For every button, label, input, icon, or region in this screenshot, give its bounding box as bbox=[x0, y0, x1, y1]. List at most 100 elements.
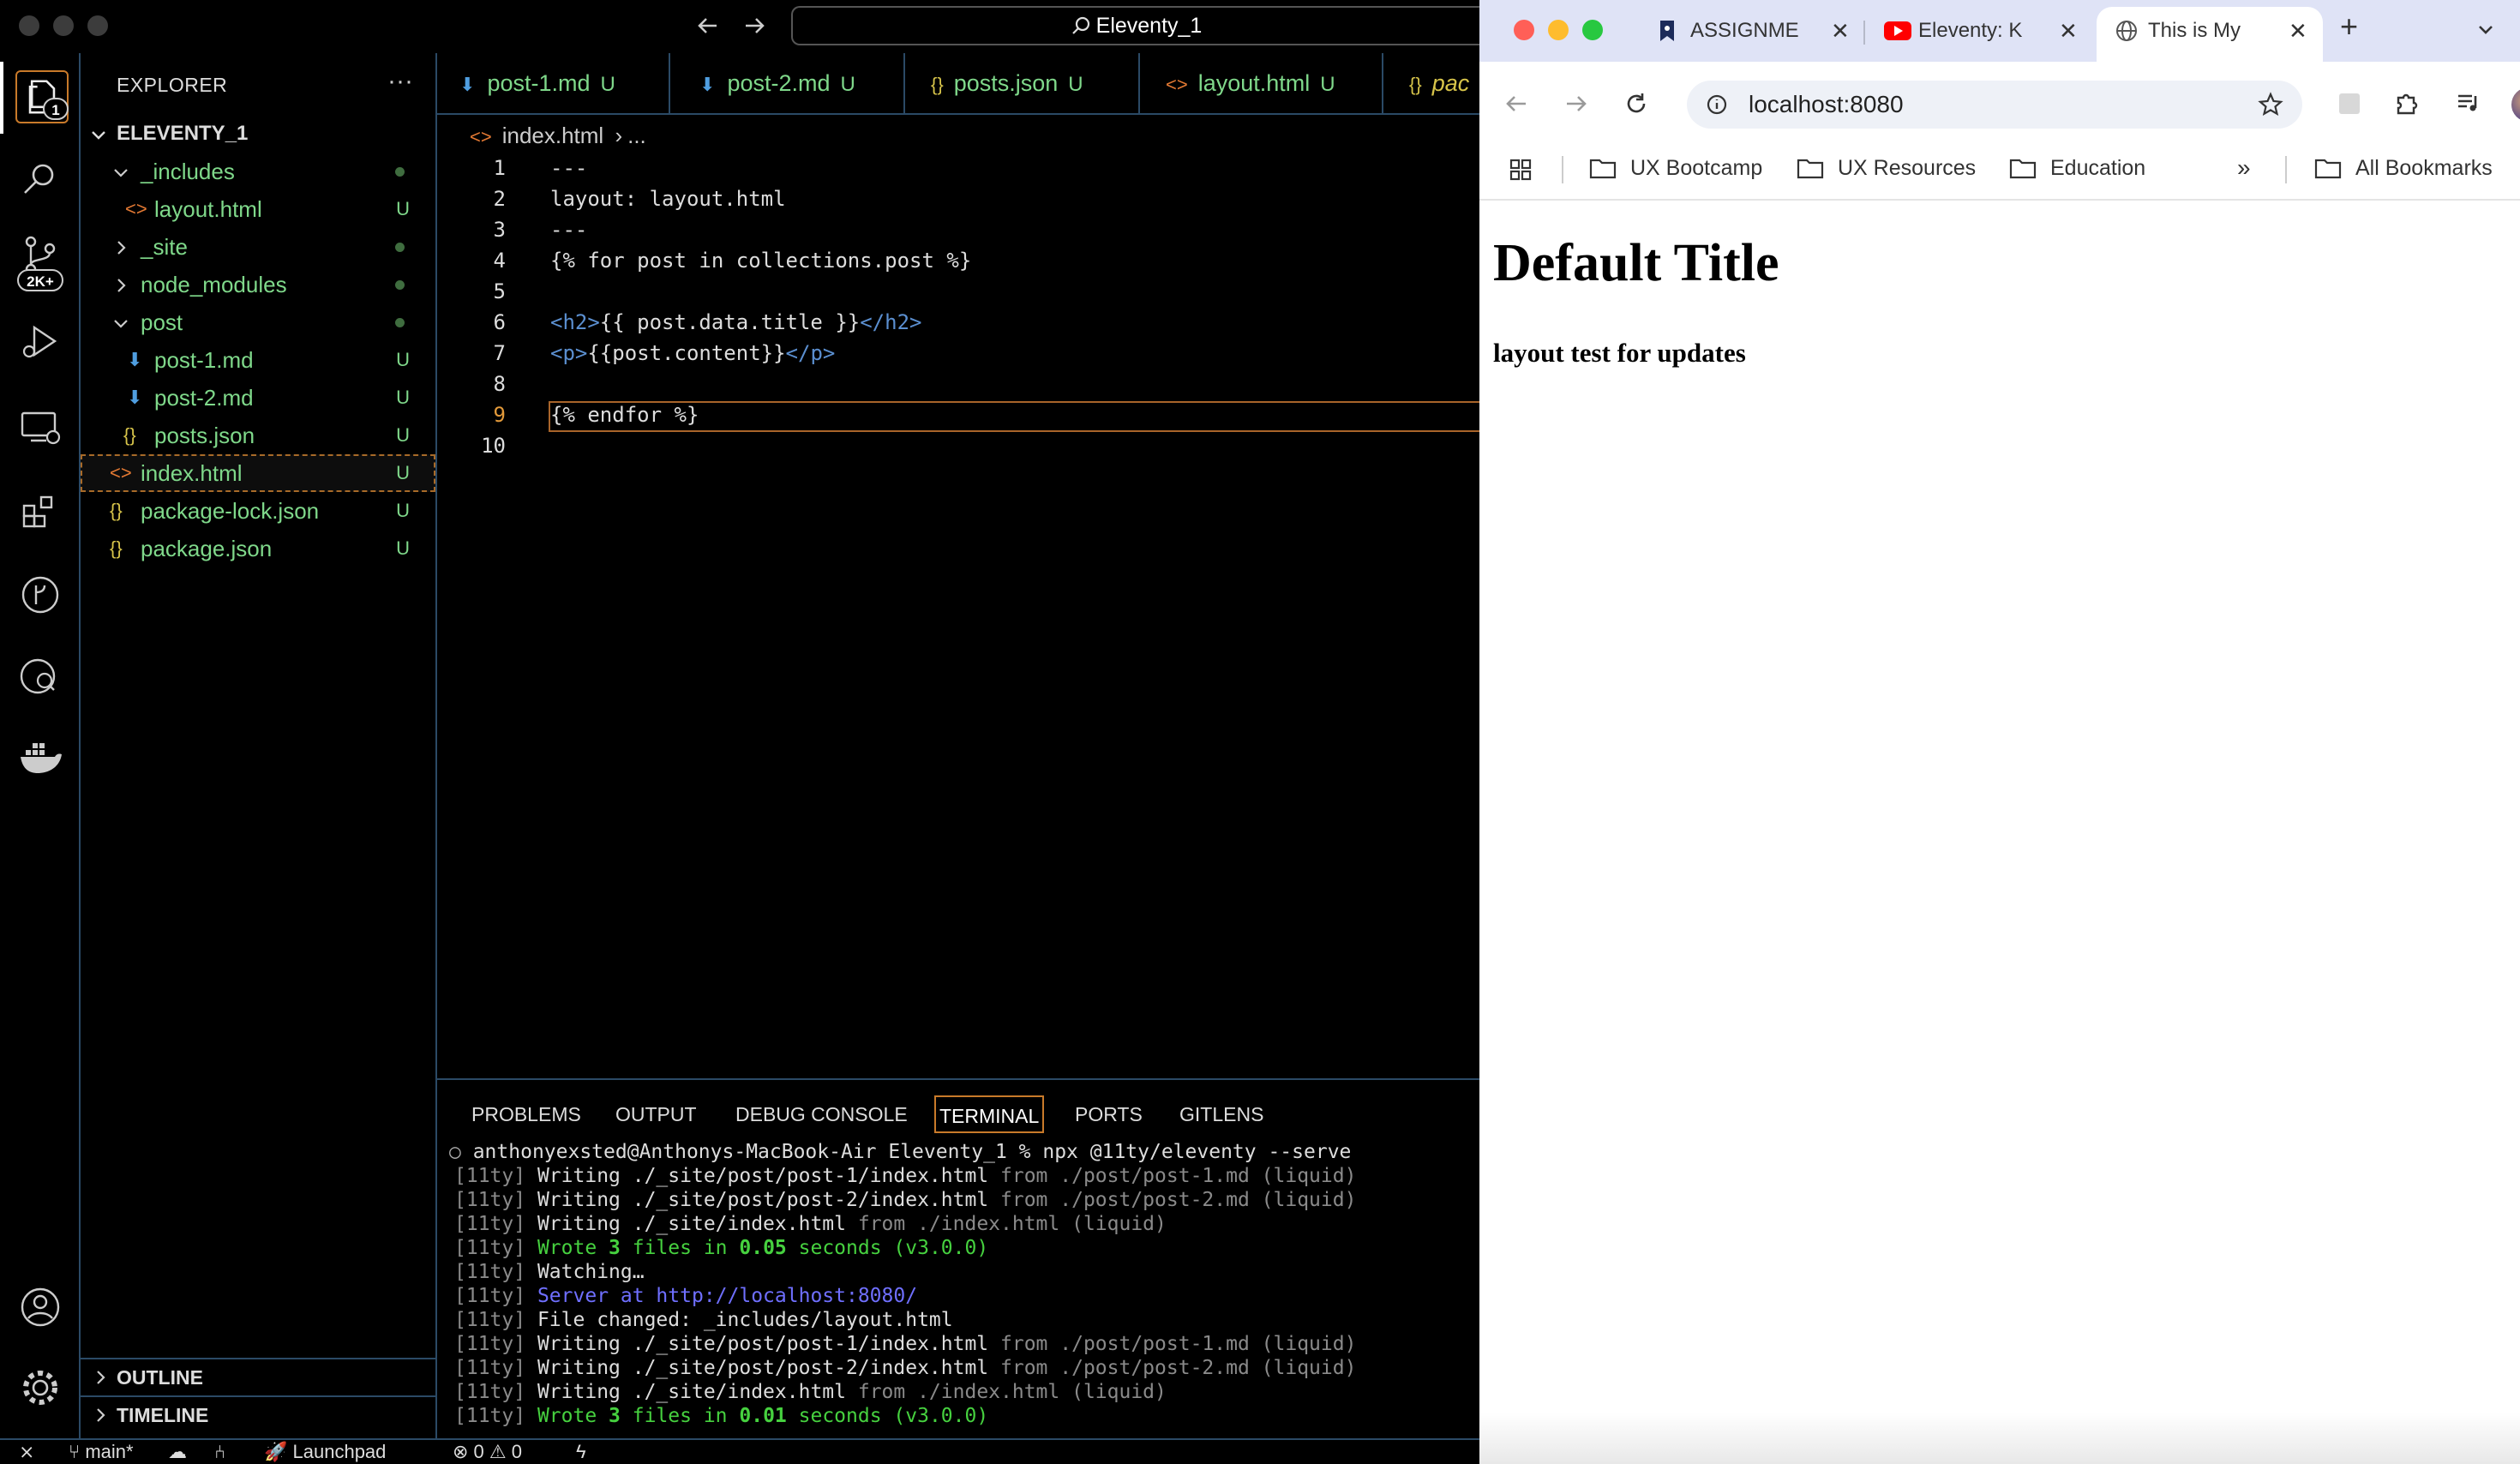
accounts-activity[interactable] bbox=[17, 1284, 63, 1330]
panel-tab-debug-console[interactable]: DEBUG CONSOLE bbox=[735, 1095, 908, 1133]
tree-file-posts-json[interactable]: {} posts.json U bbox=[81, 417, 435, 454]
docker-icon bbox=[21, 743, 62, 773]
tab-search-icon[interactable] bbox=[2475, 19, 2496, 39]
remote-icon[interactable]: ⨯ bbox=[19, 1440, 34, 1464]
markdown-file-icon: ⬇ bbox=[459, 74, 476, 95]
panel-tab-terminal[interactable]: TERMINAL bbox=[934, 1095, 1045, 1133]
branch-status[interactable]: ⑂ main* bbox=[69, 1440, 134, 1464]
tab-post-2-md[interactable]: ⬇ post-2.md U bbox=[670, 53, 905, 113]
site-info-icon[interactable] bbox=[1706, 93, 1728, 116]
profile-avatar[interactable] bbox=[2511, 87, 2520, 122]
log-text: Writing ./_site/post/post-2/index.html bbox=[537, 1357, 989, 1379]
chevron-right-icon bbox=[97, 1408, 105, 1422]
line-number: 5 bbox=[493, 279, 506, 303]
browser-tab-eleventy-youtube[interactable]: Eleventy: K ✕ bbox=[1867, 7, 2098, 62]
bookmark-star-icon[interactable] bbox=[2258, 92, 2283, 117]
problems-status[interactable]: ⊗ 0 ⚠ 0 bbox=[453, 1440, 522, 1464]
window-close-button[interactable] bbox=[19, 15, 39, 36]
back-arrow-icon[interactable] bbox=[1503, 91, 1529, 117]
timeline-section[interactable]: TIMELINE bbox=[81, 1395, 435, 1433]
line-text: --- bbox=[550, 156, 588, 180]
window-minimize-button[interactable] bbox=[53, 15, 74, 36]
log-text: Writing ./_site/post/post-2/index.html bbox=[537, 1189, 989, 1211]
window-close-button[interactable] bbox=[1514, 20, 1534, 40]
bookmark-folder-education[interactable]: Education bbox=[2009, 147, 2145, 189]
activity-bar: 1 2K+ bbox=[0, 53, 81, 1438]
bookmark-folder-ux-bootcamp[interactable]: UX Bootcamp bbox=[1589, 147, 1762, 189]
tree-folder-site[interactable]: _site bbox=[81, 228, 435, 266]
forward-arrow-icon[interactable] bbox=[1563, 91, 1589, 117]
window-zoom-button[interactable] bbox=[87, 15, 108, 36]
source-control-activity[interactable]: 2K+ bbox=[17, 233, 63, 291]
docker-activity[interactable] bbox=[17, 735, 63, 781]
gitlens-inspect-activity[interactable] bbox=[17, 653, 63, 699]
tab-posts-json[interactable]: {} posts.json U bbox=[905, 53, 1140, 113]
error-icon: ⊗ bbox=[453, 1441, 474, 1462]
tree-file-package-json[interactable]: {} package.json U bbox=[81, 530, 435, 567]
tree-file-post-2[interactable]: ⬇ post-2.md U bbox=[81, 379, 435, 417]
panel-tab-gitlens[interactable]: GITLENS bbox=[1179, 1095, 1263, 1133]
address-bar[interactable]: localhost:8080 bbox=[1687, 81, 2302, 129]
log-tag: [11ty] bbox=[454, 1333, 526, 1355]
breadcrumb-symbol[interactable]: ... bbox=[627, 123, 646, 148]
all-bookmarks[interactable]: All Bookmarks bbox=[2314, 147, 2493, 189]
tree-folder-node-modules[interactable]: node_modules bbox=[81, 266, 435, 303]
breadcrumb-file[interactable]: index.html bbox=[502, 123, 604, 148]
lightning-icon[interactable]: ϟ bbox=[576, 1440, 586, 1464]
extensions-activity[interactable] bbox=[17, 489, 63, 535]
reload-icon[interactable] bbox=[1623, 91, 1649, 117]
browser-tab-assignment[interactable]: ASSIGNME ✕ bbox=[1639, 7, 1865, 62]
tree-file-index-html[interactable]: <> index.html U bbox=[81, 454, 435, 492]
tab-post-1-md[interactable]: ⬇ post-1.md U bbox=[437, 53, 670, 113]
git-graph-activity[interactable] bbox=[17, 572, 63, 618]
close-tab-icon[interactable]: ✕ bbox=[1831, 7, 1850, 55]
sync-icon[interactable]: ☁ bbox=[168, 1440, 187, 1464]
code-line: 6 <h2>{{ post.data.title }}</h2> bbox=[437, 307, 1479, 338]
panel-tab-ports[interactable]: PORTS bbox=[1075, 1095, 1143, 1133]
server-link[interactable]: Server at http://localhost:8080/ bbox=[537, 1285, 917, 1307]
tree-folder-post[interactable]: post bbox=[81, 303, 435, 341]
launchpad-status[interactable]: 🚀 Launchpad bbox=[264, 1440, 386, 1464]
tree-file-layout-html[interactable]: <> layout.html U bbox=[81, 190, 435, 228]
manage-activity[interactable] bbox=[17, 1365, 63, 1411]
search-activity[interactable] bbox=[17, 156, 63, 202]
line-number: 2 bbox=[493, 187, 506, 211]
window-minimize-button[interactable] bbox=[1548, 20, 1569, 40]
outline-section[interactable]: OUTLINE bbox=[81, 1358, 435, 1395]
tab-package-json[interactable]: {} pac bbox=[1383, 53, 1479, 113]
tree-file-post-1[interactable]: ⬇ post-1.md U bbox=[81, 341, 435, 379]
go-forward-icon[interactable] bbox=[741, 12, 768, 39]
project-folder-header[interactable]: ELEVENTY_1 bbox=[81, 118, 435, 153]
go-back-icon[interactable] bbox=[694, 12, 722, 39]
extensions-puzzle-icon[interactable] bbox=[2393, 89, 2421, 117]
terminal-output[interactable]: ○ anthonyexsted@Anthonys-MacBook-Air Ele… bbox=[449, 1140, 1478, 1428]
tree-file-package-lock[interactable]: {} package-lock.json U bbox=[81, 492, 435, 530]
run-debug-activity[interactable] bbox=[17, 319, 63, 365]
git-graph-status-icon[interactable]: ⑃ bbox=[214, 1440, 225, 1464]
tab-layout-html[interactable]: <> layout.html U bbox=[1140, 53, 1383, 113]
apps-grid-icon[interactable] bbox=[1509, 158, 1533, 182]
terminal-line: [11ty] Writing ./_site/index.html from .… bbox=[449, 1380, 1478, 1404]
tree-folder-includes[interactable]: _includes bbox=[81, 153, 435, 190]
panel-tab-problems[interactable]: PROBLEMS bbox=[471, 1095, 581, 1133]
window-zoom-button[interactable] bbox=[1582, 20, 1603, 40]
explorer-more-button[interactable]: ··· bbox=[387, 67, 413, 96]
tree-label: package.json bbox=[141, 536, 273, 561]
bookmarks-bar: UX Bootcamp UX Resources Education » All… bbox=[1479, 147, 2520, 201]
browser-tab-active[interactable]: This is My ✕ bbox=[2097, 7, 2323, 62]
more-bookmarks-chevron-icon[interactable]: » bbox=[2237, 147, 2251, 189]
command-center-search[interactable]: Eleventy_1 bbox=[791, 6, 1479, 45]
close-tab-icon[interactable]: ✕ bbox=[2289, 7, 2307, 55]
close-tab-icon[interactable]: ✕ bbox=[2059, 7, 2078, 55]
extension-icon[interactable] bbox=[2337, 91, 2362, 117]
explorer-activity[interactable]: 1 bbox=[15, 70, 69, 123]
code-editor[interactable]: 1 --- 2 layout: layout.html 3 --- 4 {% for p… bbox=[437, 153, 1483, 1078]
bookmark-folder-ux-resources[interactable]: UX Resources bbox=[1797, 147, 1976, 189]
git-graph-icon bbox=[21, 576, 59, 614]
media-controls-icon[interactable] bbox=[2455, 89, 2482, 117]
remote-explorer-activity[interactable] bbox=[17, 405, 63, 451]
bookmarks-divider bbox=[2285, 156, 2287, 183]
new-tab-button[interactable]: + bbox=[2340, 9, 2358, 45]
chevron-down-icon bbox=[114, 320, 128, 328]
panel-tab-output[interactable]: OUTPUT bbox=[615, 1095, 697, 1133]
